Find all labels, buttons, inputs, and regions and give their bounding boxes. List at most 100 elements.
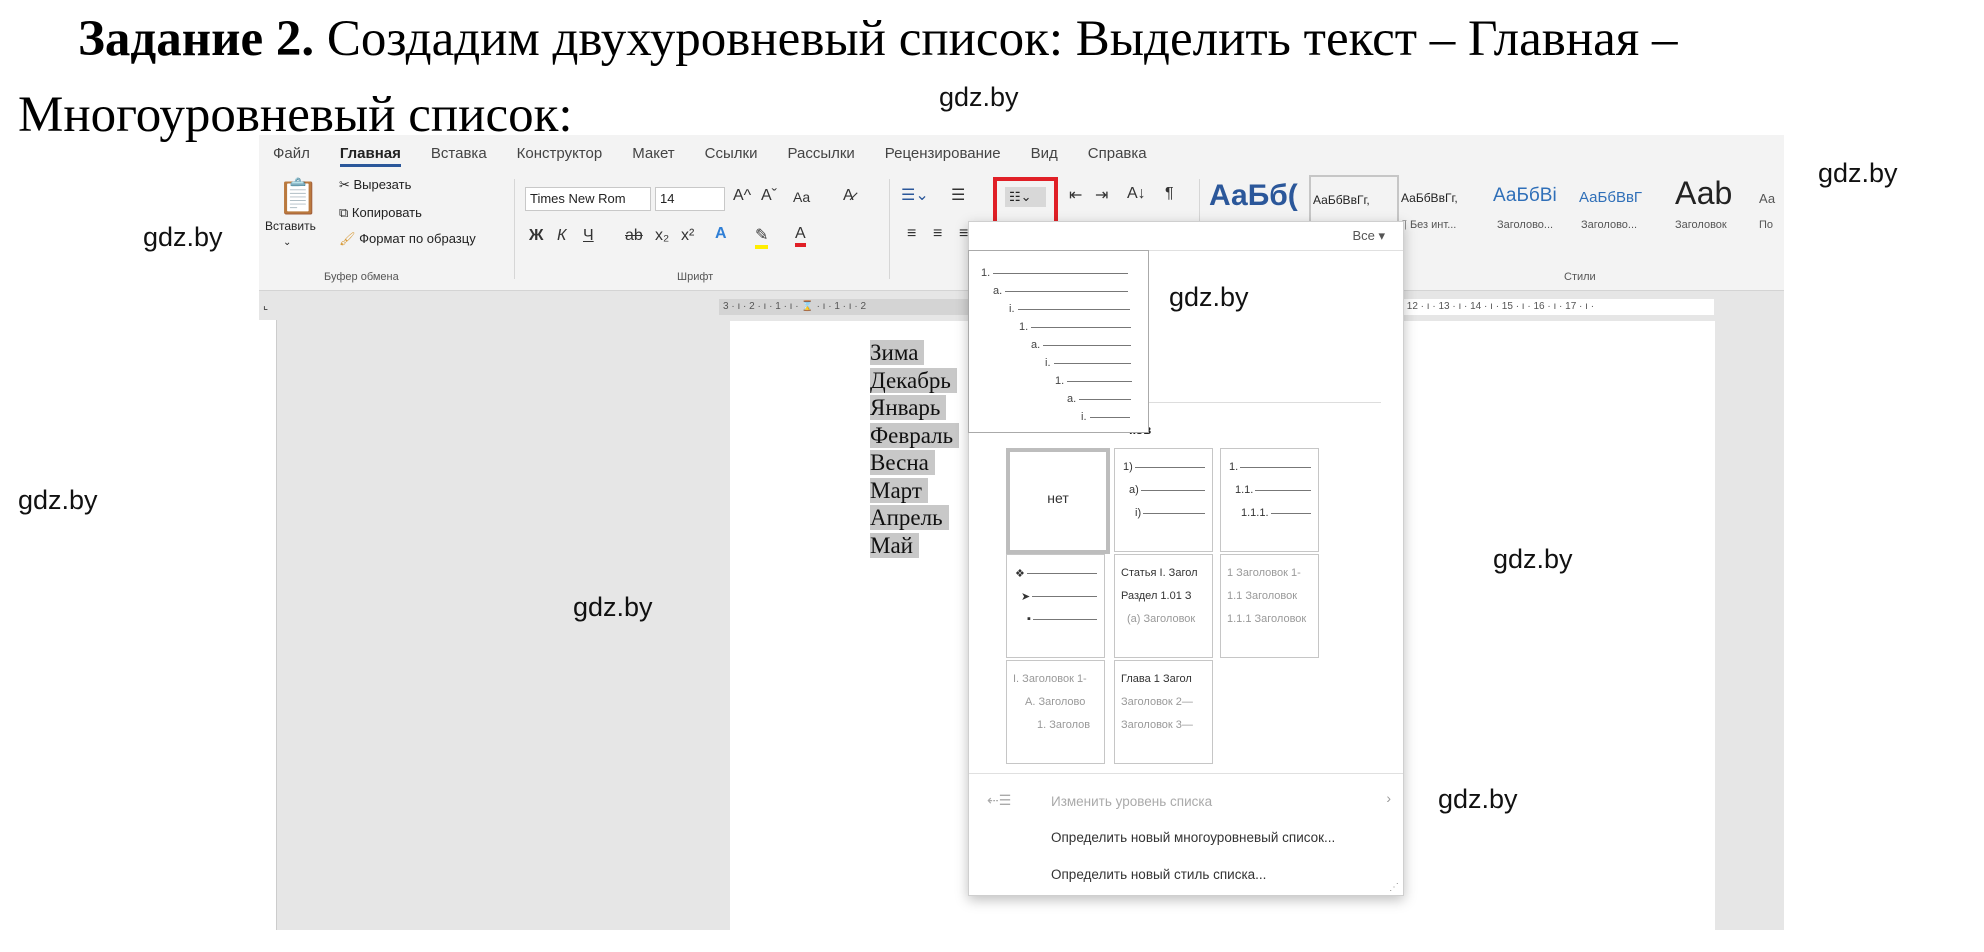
change-list-level-item[interactable]: Изменить уровень списка	[1051, 794, 1212, 809]
style-item-6[interactable]: Ааb	[1675, 175, 1732, 212]
text-effects-icon[interactable]: A	[715, 225, 727, 243]
align-center-icon[interactable]: ≡	[933, 225, 942, 243]
style-item-3[interactable]: АаБбВвГг,	[1401, 191, 1458, 205]
horizontal-ruler-right[interactable]: · ı · 12 · ı · 13 · ı · 14 · ı · 15 · ı …	[1389, 299, 1714, 315]
sort-icon[interactable]: A↓	[1127, 185, 1146, 203]
align-left-icon[interactable]: ≡	[907, 225, 916, 243]
tab-home[interactable]: Главная	[339, 145, 401, 167]
tab-mailings[interactable]: Рассылки	[787, 145, 854, 162]
task-label: Задание 2.	[78, 11, 315, 67]
list-tile-heading-roman[interactable]: I. Заголовок 1- A. Заголово 1. Заголов	[1006, 660, 1105, 764]
tab-help[interactable]: Справка	[1088, 145, 1147, 162]
doc-line: Январь	[870, 394, 959, 422]
tab-layout[interactable]: Макет	[632, 145, 674, 162]
increase-indent-icon[interactable]: ⇥	[1095, 185, 1108, 205]
style-label-7: По	[1759, 219, 1774, 231]
define-list-style-item[interactable]: Определить новый стиль списка...	[1051, 867, 1266, 882]
bold-button[interactable]: Ж	[529, 227, 543, 245]
numbering-icon[interactable]: ☰	[951, 185, 965, 205]
italic-button[interactable]: К	[557, 227, 566, 245]
paste-dropdown-icon[interactable]: ⌄	[283, 237, 291, 248]
format-painter-label: Формат по образцу	[359, 231, 476, 246]
tab-insert[interactable]: Вставка	[431, 145, 487, 162]
paste-icon[interactable]: 📋	[277, 177, 319, 217]
font-color-icon[interactable]: A	[795, 225, 806, 247]
clear-format-icon[interactable]: A̷	[843, 187, 854, 205]
copy-label: Копировать	[351, 205, 422, 220]
decrease-indent-icon[interactable]: ⇤	[1069, 185, 1082, 205]
list-tile-chapter[interactable]: Глава 1 Загол Заголовок 2— Заголовок 3—	[1114, 660, 1213, 764]
resize-grip-icon[interactable]: ⋰	[1389, 882, 1399, 893]
list-preview-popup: 1. a. i. 1. a. i. 1. a. i.	[968, 250, 1149, 433]
task-text: Создадим двухуровневый список: Выделить …	[314, 11, 1678, 67]
group-label-clipboard: Буфер обмена	[324, 271, 399, 283]
document-text[interactable]: Зима Декабрь Январь Февраль Весна Март А…	[870, 339, 960, 560]
cut-label: Вырезать	[353, 177, 412, 192]
watermark: gdz.by	[18, 485, 98, 515]
define-multilevel-list-item[interactable]: Определить новый многоуровневый список..…	[1051, 830, 1335, 845]
horizontal-ruler-left[interactable]: 3 · ı · 2 · ı · 1 · ı · ⌛ · ı · 1 · ı · …	[719, 299, 969, 315]
strikethrough-icon[interactable]: ab	[625, 227, 643, 245]
task-line-1: Задание 2. Создадим двухуровневый список…	[78, 8, 1677, 70]
paste-button[interactable]: Вставить	[265, 219, 316, 233]
list-tile-bullets[interactable]: ❖ ➤ ▪	[1006, 554, 1105, 658]
doc-line: Декабрь	[870, 367, 959, 395]
format-painter-button[interactable]: 🖌 Формат по образцу	[339, 231, 476, 247]
pilcrow-icon[interactable]: ¶	[1165, 185, 1174, 203]
vertical-ruler[interactable]	[259, 320, 277, 930]
style-item-1[interactable]: АаБб(	[1209, 179, 1298, 213]
filter-all-button[interactable]: Все ▾	[1352, 228, 1385, 244]
style-label-4: Заголово...	[1497, 219, 1554, 231]
style-label-5: Заголово...	[1581, 219, 1638, 231]
underline-button[interactable]: Ч	[583, 227, 594, 245]
list-tile-article[interactable]: Статья I. Загол Раздел 1.01 З (a) Заголо…	[1114, 554, 1213, 658]
style-item-4[interactable]: АаБбВі	[1493, 185, 1557, 207]
watermark: gdz.by	[1438, 784, 1518, 814]
superscript-button[interactable]: x²	[681, 227, 694, 245]
change-level-icon: ⇠☰	[987, 792, 1012, 808]
list-tile-heading-decimal[interactable]: 1 Заголовок 1- 1.1 Заголовок 1.1.1 Загол…	[1220, 554, 1319, 658]
doc-line: Февраль	[870, 422, 960, 450]
align-right-icon[interactable]: ≡	[959, 225, 968, 243]
tab-references[interactable]: Ссылки	[705, 145, 758, 162]
watermark: gdz.by	[1493, 544, 1573, 574]
doc-line: Весна	[870, 449, 959, 477]
style-item-7[interactable]: Аа	[1759, 191, 1775, 206]
subscript-button[interactable]: x₂	[655, 227, 669, 245]
doc-line: Март	[870, 477, 959, 505]
doc-line: Зима	[870, 339, 959, 367]
highlight-icon[interactable]: ✎	[755, 225, 769, 249]
style-item-5[interactable]: АаБбВвГ	[1579, 189, 1642, 206]
brush-icon: 🖌	[339, 231, 360, 246]
chevron-right-icon: ›	[1386, 790, 1391, 806]
watermark: gdz.by	[1169, 282, 1249, 312]
doc-line: Апрель	[870, 504, 959, 532]
ribbon-tabs: Файл Главная Вставка Конструктор Макет С…	[259, 135, 1784, 171]
watermark: gdz.by	[1818, 158, 1898, 188]
tab-design[interactable]: Конструктор	[517, 145, 603, 162]
group-label-font: Шрифт	[677, 271, 714, 283]
copy-button[interactable]: ⧉ Копировать	[339, 205, 422, 221]
tab-file[interactable]: Файл	[273, 145, 310, 162]
shrink-font-button[interactable]: Aˇ	[761, 187, 777, 205]
list-tile-decimal[interactable]: 1. 1.1. 1.1.1.	[1220, 448, 1319, 552]
font-name-select[interactable]: Times New Rom	[525, 187, 651, 211]
grow-font-button[interactable]: A^	[733, 187, 751, 205]
style-label-3: ¶ Без инт...	[1401, 219, 1457, 231]
style-label-6: Заголовок	[1675, 219, 1727, 231]
watermark: gdz.by	[573, 592, 653, 622]
doc-line: Май	[870, 532, 959, 560]
tab-selector-icon[interactable]: ⌞	[263, 299, 275, 313]
change-case-button[interactable]: Aa	[793, 189, 810, 205]
copy-icon: ⧉	[339, 205, 352, 220]
font-size-select[interactable]: 14	[655, 187, 725, 211]
cut-button[interactable]: ✂ Вырезать	[339, 177, 411, 193]
bullets-icon[interactable]: ☰⌄	[901, 185, 929, 205]
list-tile-numbered-paren[interactable]: 1) a) i)	[1114, 448, 1213, 552]
multilevel-list-icon: ☷⌄	[1005, 187, 1046, 207]
tab-view[interactable]: Вид	[1031, 145, 1058, 162]
list-tile-none[interactable]: нет	[1006, 448, 1110, 554]
group-label-styles: Стили	[1564, 271, 1596, 283]
scissors-icon: ✂	[339, 177, 354, 192]
tab-review[interactable]: Рецензирование	[885, 145, 1001, 162]
